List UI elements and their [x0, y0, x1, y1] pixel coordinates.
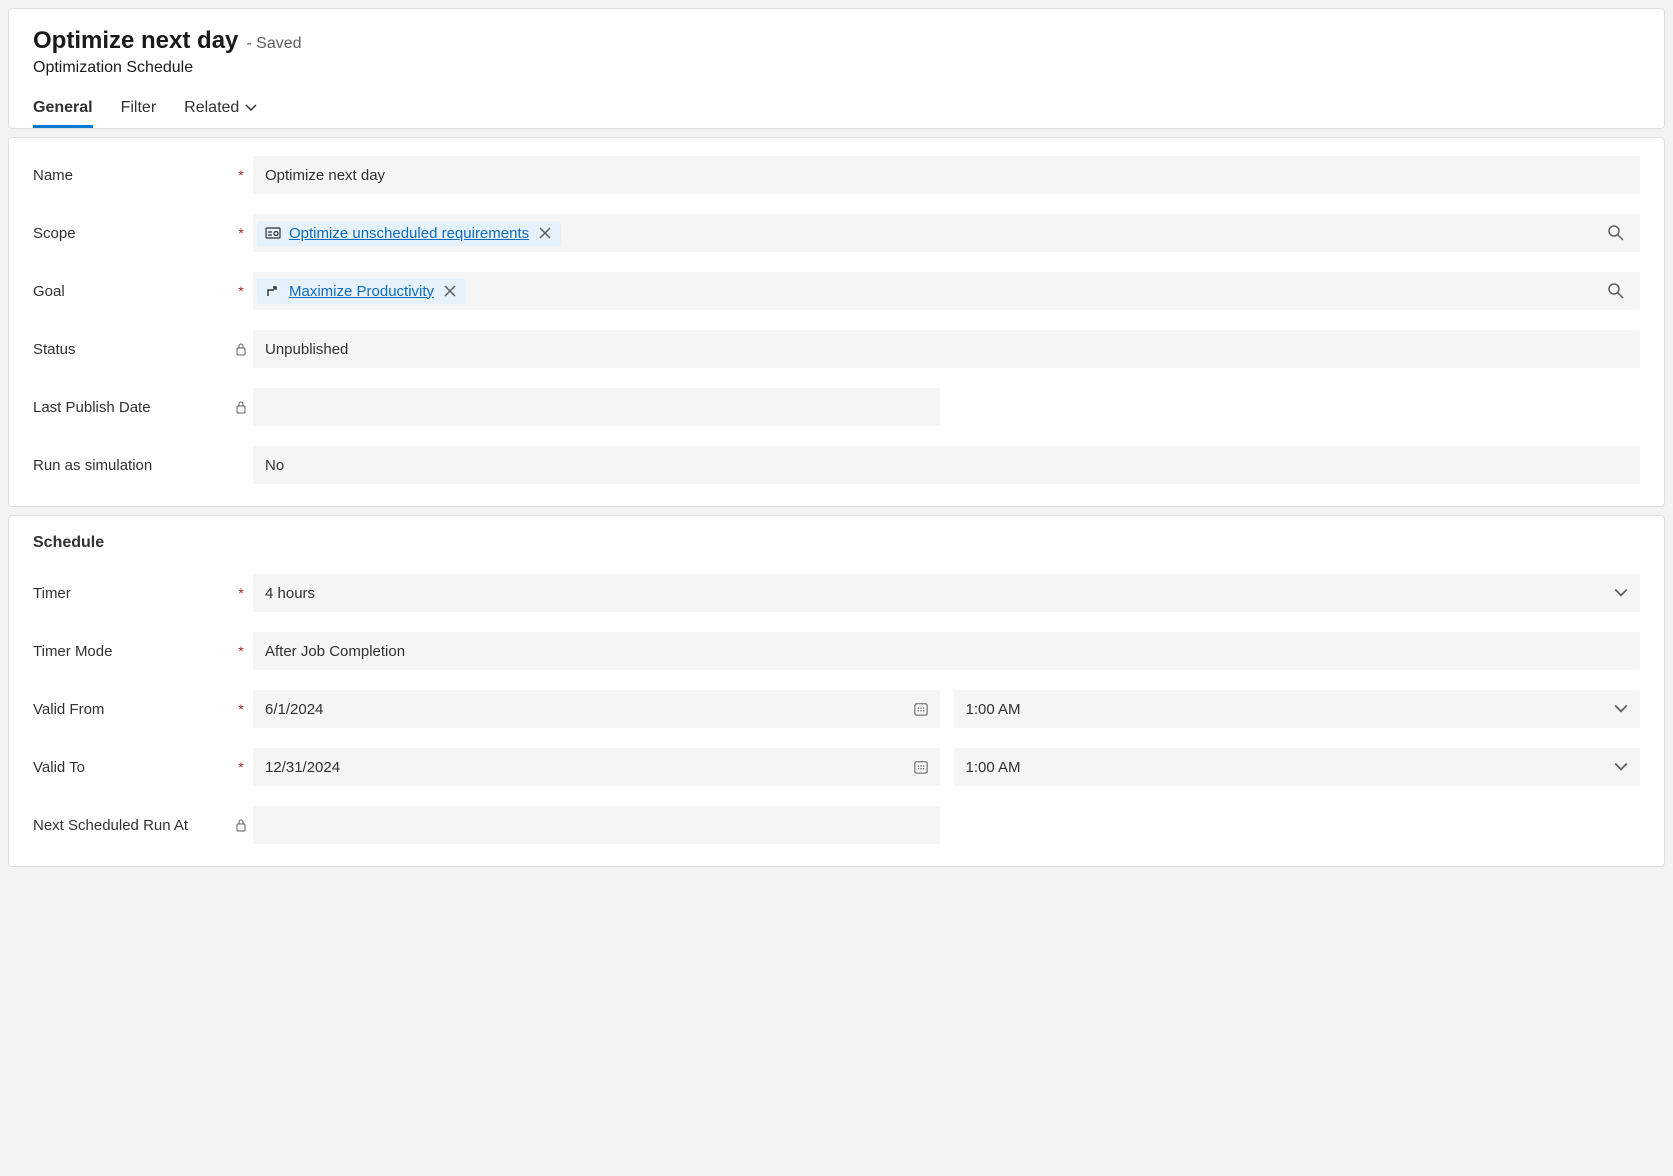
- chevron-down-icon: [1614, 586, 1628, 600]
- calendar-icon[interactable]: [914, 760, 928, 774]
- scope-remove-button[interactable]: [537, 227, 553, 239]
- chevron-down-icon: [245, 102, 257, 114]
- close-icon: [444, 285, 456, 297]
- label-next-run: Next Scheduled Run At: [33, 817, 229, 834]
- label-timer: Timer: [33, 585, 229, 602]
- valid-to-date-value: 12/31/2024: [265, 759, 340, 776]
- required-indicator: *: [238, 759, 243, 775]
- scope-search-button[interactable]: [1604, 221, 1628, 245]
- record-title: Optimize next day: [33, 27, 238, 55]
- goal-lookup[interactable]: Maximize Productivity: [253, 272, 1640, 310]
- timer-mode-field[interactable]: After Job Completion: [253, 632, 1640, 670]
- lock-icon: [234, 342, 248, 356]
- label-last-publish: Last Publish Date: [33, 399, 229, 416]
- chevron-down-icon: [1614, 702, 1628, 716]
- status-value: Unpublished: [265, 341, 348, 358]
- next-run-field: [253, 806, 940, 844]
- timer-value: 4 hours: [265, 585, 315, 602]
- tab-filter[interactable]: Filter: [121, 99, 157, 128]
- valid-to-time-value: 1:00 AM: [966, 759, 1021, 776]
- label-timer-mode: Timer Mode: [33, 643, 229, 660]
- tab-general[interactable]: General: [33, 99, 93, 128]
- required-indicator: *: [238, 643, 243, 659]
- schedule-title: Schedule: [33, 534, 1640, 552]
- scope-icon: [265, 225, 281, 241]
- chevron-down-icon: [1614, 760, 1628, 774]
- valid-to-date-input[interactable]: 12/31/2024: [253, 748, 940, 786]
- tab-related[interactable]: Related: [184, 99, 257, 128]
- required-indicator: *: [238, 225, 243, 241]
- valid-from-date-value: 6/1/2024: [265, 701, 323, 718]
- form-tabs: General Filter Related: [33, 99, 1640, 128]
- label-status: Status: [33, 341, 229, 358]
- lock-icon: [234, 400, 248, 414]
- close-icon: [539, 227, 551, 239]
- valid-from-time-value: 1:00 AM: [966, 701, 1021, 718]
- goal-icon: [265, 283, 281, 299]
- valid-from-time-select[interactable]: 1:00 AM: [954, 690, 1641, 728]
- timer-mode-value: After Job Completion: [265, 643, 405, 660]
- timer-select[interactable]: 4 hours: [253, 574, 1640, 612]
- saved-indicator: - Saved: [246, 35, 301, 53]
- tab-related-label: Related: [184, 99, 239, 117]
- name-input[interactable]: Optimize next day: [253, 156, 1640, 194]
- required-indicator: *: [238, 283, 243, 299]
- scope-link[interactable]: Optimize unscheduled requirements: [289, 225, 529, 242]
- goal-link[interactable]: Maximize Productivity: [289, 283, 434, 300]
- search-icon: [1608, 225, 1624, 241]
- required-indicator: *: [238, 701, 243, 717]
- label-run-sim: Run as simulation: [33, 457, 229, 474]
- scope-chip: Optimize unscheduled requirements: [257, 221, 561, 246]
- search-icon: [1608, 283, 1624, 299]
- label-scope: Scope: [33, 225, 229, 242]
- run-sim-value: No: [265, 457, 284, 474]
- goal-chip: Maximize Productivity: [257, 279, 466, 304]
- goal-search-button[interactable]: [1604, 279, 1628, 303]
- run-sim-field[interactable]: No: [253, 446, 1640, 484]
- entity-name: Optimization Schedule: [33, 59, 1640, 77]
- last-publish-field: [253, 388, 940, 426]
- valid-to-time-select[interactable]: 1:00 AM: [954, 748, 1641, 786]
- section-general: Name * Optimize next day Scope * Optimiz…: [8, 137, 1665, 507]
- calendar-icon[interactable]: [914, 702, 928, 716]
- valid-from-date-input[interactable]: 6/1/2024: [253, 690, 940, 728]
- scope-lookup[interactable]: Optimize unscheduled requirements: [253, 214, 1640, 252]
- label-valid-from: Valid From: [33, 701, 229, 718]
- lock-icon: [234, 818, 248, 832]
- goal-remove-button[interactable]: [442, 285, 458, 297]
- required-indicator: *: [238, 167, 243, 183]
- status-field: Unpublished: [253, 330, 1640, 368]
- record-header: Optimize next day - Saved Optimization S…: [8, 8, 1665, 129]
- required-indicator: *: [238, 585, 243, 601]
- name-value: Optimize next day: [265, 167, 385, 184]
- section-schedule: Schedule Timer * 4 hours Timer Mode * Af…: [8, 515, 1665, 867]
- label-goal: Goal: [33, 283, 229, 300]
- label-name: Name: [33, 167, 229, 184]
- label-valid-to: Valid To: [33, 759, 229, 776]
